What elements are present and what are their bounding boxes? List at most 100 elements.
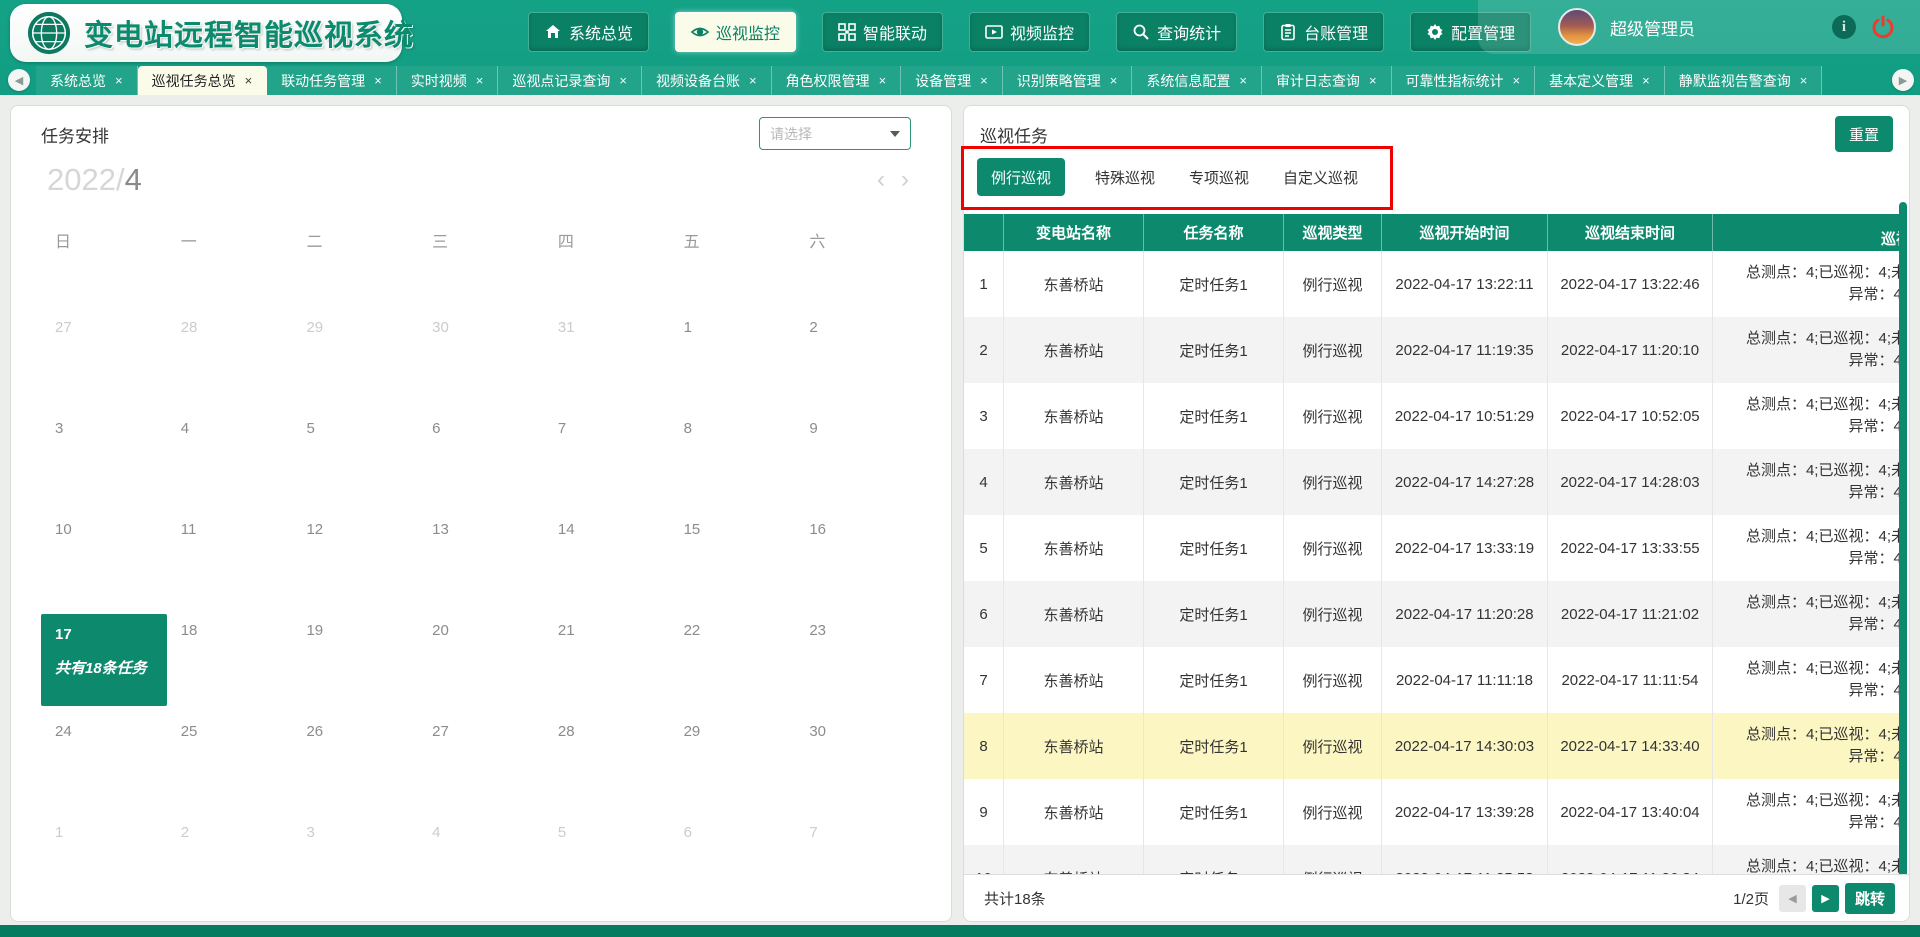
tab-basic-definition-management[interactable]: 基本定义管理× bbox=[1535, 66, 1665, 95]
nav-inspection-monitor[interactable]: 巡视监控 bbox=[675, 12, 796, 52]
reset-button[interactable]: 重置 bbox=[1835, 116, 1893, 152]
tab-audit-log-query[interactable]: 审计日志查询× bbox=[1262, 66, 1392, 95]
nav-system-overview[interactable]: 系统总览 bbox=[528, 12, 649, 52]
table-row[interactable]: 7东善桥站定时任务1例行巡视2022-04-17 11:11:182022-04… bbox=[964, 647, 1899, 713]
close-icon[interactable]: × bbox=[1642, 73, 1650, 88]
close-icon[interactable]: × bbox=[245, 73, 253, 88]
close-icon[interactable]: × bbox=[980, 73, 988, 88]
calendar-day[interactable]: 24 bbox=[41, 715, 167, 816]
calendar-day[interactable]: 11 bbox=[167, 513, 293, 614]
jump-button[interactable]: 跳转 bbox=[1845, 883, 1895, 914]
calendar-day[interactable]: 12 bbox=[292, 513, 418, 614]
calendar-day[interactable]: 16 bbox=[795, 513, 921, 614]
calendar-day[interactable]: 8 bbox=[670, 412, 796, 513]
calendar-day[interactable]: 7 bbox=[544, 412, 670, 513]
tab-inspection-task-overview[interactable]: 巡视任务总览× bbox=[138, 66, 268, 95]
prev-page-button[interactable]: ◀ bbox=[1779, 885, 1806, 912]
calendar-day[interactable]: 4 bbox=[418, 816, 544, 917]
nav-smart-linkage[interactable]: 智能联动 bbox=[822, 12, 943, 52]
filter-tab-routine[interactable]: 例行巡视 bbox=[977, 158, 1065, 196]
calendar-day[interactable]: 5 bbox=[544, 816, 670, 917]
close-icon[interactable]: × bbox=[1239, 73, 1247, 88]
calendar-day[interactable]: 10 bbox=[41, 513, 167, 614]
schedule-select[interactable]: 请选择 bbox=[759, 117, 911, 150]
calendar-day[interactable]: 18 bbox=[167, 614, 293, 715]
filter-tab-custom[interactable]: 自定义巡视 bbox=[1279, 167, 1362, 188]
calendar-day[interactable]: 3 bbox=[41, 412, 167, 513]
close-icon[interactable]: × bbox=[1369, 73, 1377, 88]
table-row[interactable]: 2东善桥站定时任务1例行巡视2022-04-17 11:19:352022-04… bbox=[964, 317, 1899, 383]
calendar-next-icon[interactable]: › bbox=[901, 168, 909, 192]
calendar-day[interactable]: 23 bbox=[795, 614, 921, 715]
calendar-day[interactable]: 25 bbox=[167, 715, 293, 816]
tab-recognition-strategy-management[interactable]: 识别策略管理× bbox=[1003, 66, 1133, 95]
calendar-day[interactable]: 2 bbox=[795, 311, 921, 412]
tab-reliability-index-statistics[interactable]: 可靠性指标统计× bbox=[1392, 66, 1536, 95]
close-icon[interactable]: × bbox=[1513, 73, 1521, 88]
tab-system-info-config[interactable]: 系统信息配置× bbox=[1132, 66, 1262, 95]
calendar-day[interactable]: 28 bbox=[544, 715, 670, 816]
calendar-day[interactable]: 29 bbox=[670, 715, 796, 816]
calendar-day[interactable]: 30 bbox=[418, 311, 544, 412]
calendar-day[interactable]: 9 bbox=[795, 412, 921, 513]
calendar-day[interactable]: 15 bbox=[670, 513, 796, 614]
tabs-scroll-left-icon[interactable]: ◀ bbox=[8, 69, 30, 91]
calendar-day[interactable]: 6 bbox=[418, 412, 544, 513]
calendar-day[interactable]: 5 bbox=[292, 412, 418, 513]
calendar-day[interactable]: 6 bbox=[670, 816, 796, 917]
table-scrollbar[interactable] bbox=[1899, 202, 1907, 914]
close-icon[interactable]: × bbox=[115, 73, 123, 88]
avatar[interactable] bbox=[1558, 8, 1596, 46]
calendar-day-selected[interactable]: 17 共有18条任务 bbox=[41, 614, 167, 706]
close-icon[interactable]: × bbox=[1110, 73, 1118, 88]
nav-query-statistics[interactable]: 查询统计 bbox=[1116, 12, 1237, 52]
calendar-day[interactable]: 7 bbox=[795, 816, 921, 917]
close-icon[interactable]: × bbox=[1800, 73, 1808, 88]
tab-inspection-point-record-query[interactable]: 巡视点记录查询× bbox=[498, 66, 642, 95]
calendar-day[interactable]: 1 bbox=[41, 816, 167, 917]
table-row[interactable]: 5东善桥站定时任务1例行巡视2022-04-17 13:33:192022-04… bbox=[964, 515, 1899, 581]
table-row[interactable]: 6东善桥站定时任务1例行巡视2022-04-17 11:20:282022-04… bbox=[964, 581, 1899, 647]
calendar-day[interactable]: 14 bbox=[544, 513, 670, 614]
calendar-day[interactable]: 27 bbox=[418, 715, 544, 816]
calendar-day[interactable]: 28 bbox=[167, 311, 293, 412]
tab-realtime-video[interactable]: 实时视频× bbox=[397, 66, 499, 95]
tab-silent-monitor-alarm-query[interactable]: 静默监视告警查询× bbox=[1665, 66, 1823, 95]
calendar-day[interactable]: 2 bbox=[167, 816, 293, 917]
tab-video-device-ledger[interactable]: 视频设备台账× bbox=[642, 66, 772, 95]
table-row-highlighted[interactable]: 8东善桥站定时任务1例行巡视2022-04-17 14:30:032022-04… bbox=[964, 713, 1899, 779]
info-icon[interactable]: i bbox=[1832, 15, 1856, 39]
calendar-day[interactable]: 22 bbox=[670, 614, 796, 715]
table-row[interactable]: 3东善桥站定时任务1例行巡视2022-04-17 10:51:292022-04… bbox=[964, 383, 1899, 449]
calendar-day[interactable]: 13 bbox=[418, 513, 544, 614]
calendar-day[interactable]: 26 bbox=[292, 715, 418, 816]
calendar-day[interactable]: 19 bbox=[292, 614, 418, 715]
logout-power-icon[interactable] bbox=[1870, 14, 1896, 40]
calendar-prev-icon[interactable]: ‹ bbox=[877, 168, 885, 192]
close-icon[interactable]: × bbox=[619, 73, 627, 88]
calendar-day[interactable]: 30 bbox=[795, 715, 921, 816]
calendar-day[interactable]: 3 bbox=[292, 816, 418, 917]
calendar-day[interactable]: 31 bbox=[544, 311, 670, 412]
table-row[interactable]: 9东善桥站定时任务1例行巡视2022-04-17 13:39:282022-04… bbox=[964, 779, 1899, 845]
calendar-day[interactable]: 1 bbox=[670, 311, 796, 412]
tab-linkage-task-management[interactable]: 联动任务管理× bbox=[267, 66, 397, 95]
close-icon[interactable]: × bbox=[476, 73, 484, 88]
nav-video-monitor[interactable]: 视频监控 bbox=[969, 12, 1090, 52]
calendar-day[interactable]: 21 bbox=[544, 614, 670, 715]
nav-ledger-management[interactable]: 台账管理 bbox=[1263, 12, 1384, 52]
filter-tab-special[interactable]: 特殊巡视 bbox=[1091, 167, 1159, 188]
close-icon[interactable]: × bbox=[374, 73, 382, 88]
filter-tab-dedicated[interactable]: 专项巡视 bbox=[1185, 167, 1253, 188]
table-row[interactable]: 10东善桥站定时任务1例行巡视2022-04-17 11:25:582022-0… bbox=[964, 845, 1899, 876]
calendar-day[interactable]: 27 bbox=[41, 311, 167, 412]
table-row[interactable]: 1东善桥站定时任务1例行巡视2022-04-17 13:22:112022-04… bbox=[964, 251, 1899, 317]
table-row[interactable]: 4东善桥站定时任务1例行巡视2022-04-17 14:27:282022-04… bbox=[964, 449, 1899, 515]
calendar-day[interactable]: 20 bbox=[418, 614, 544, 715]
calendar-day[interactable]: 4 bbox=[167, 412, 293, 513]
close-icon[interactable]: × bbox=[879, 73, 887, 88]
tab-system-overview[interactable]: 系统总览× bbox=[36, 66, 138, 95]
tabs-scroll-right-icon[interactable]: ▶ bbox=[1892, 69, 1914, 91]
next-page-button[interactable]: ▶ bbox=[1812, 885, 1839, 912]
tab-device-management[interactable]: 设备管理× bbox=[901, 66, 1003, 95]
